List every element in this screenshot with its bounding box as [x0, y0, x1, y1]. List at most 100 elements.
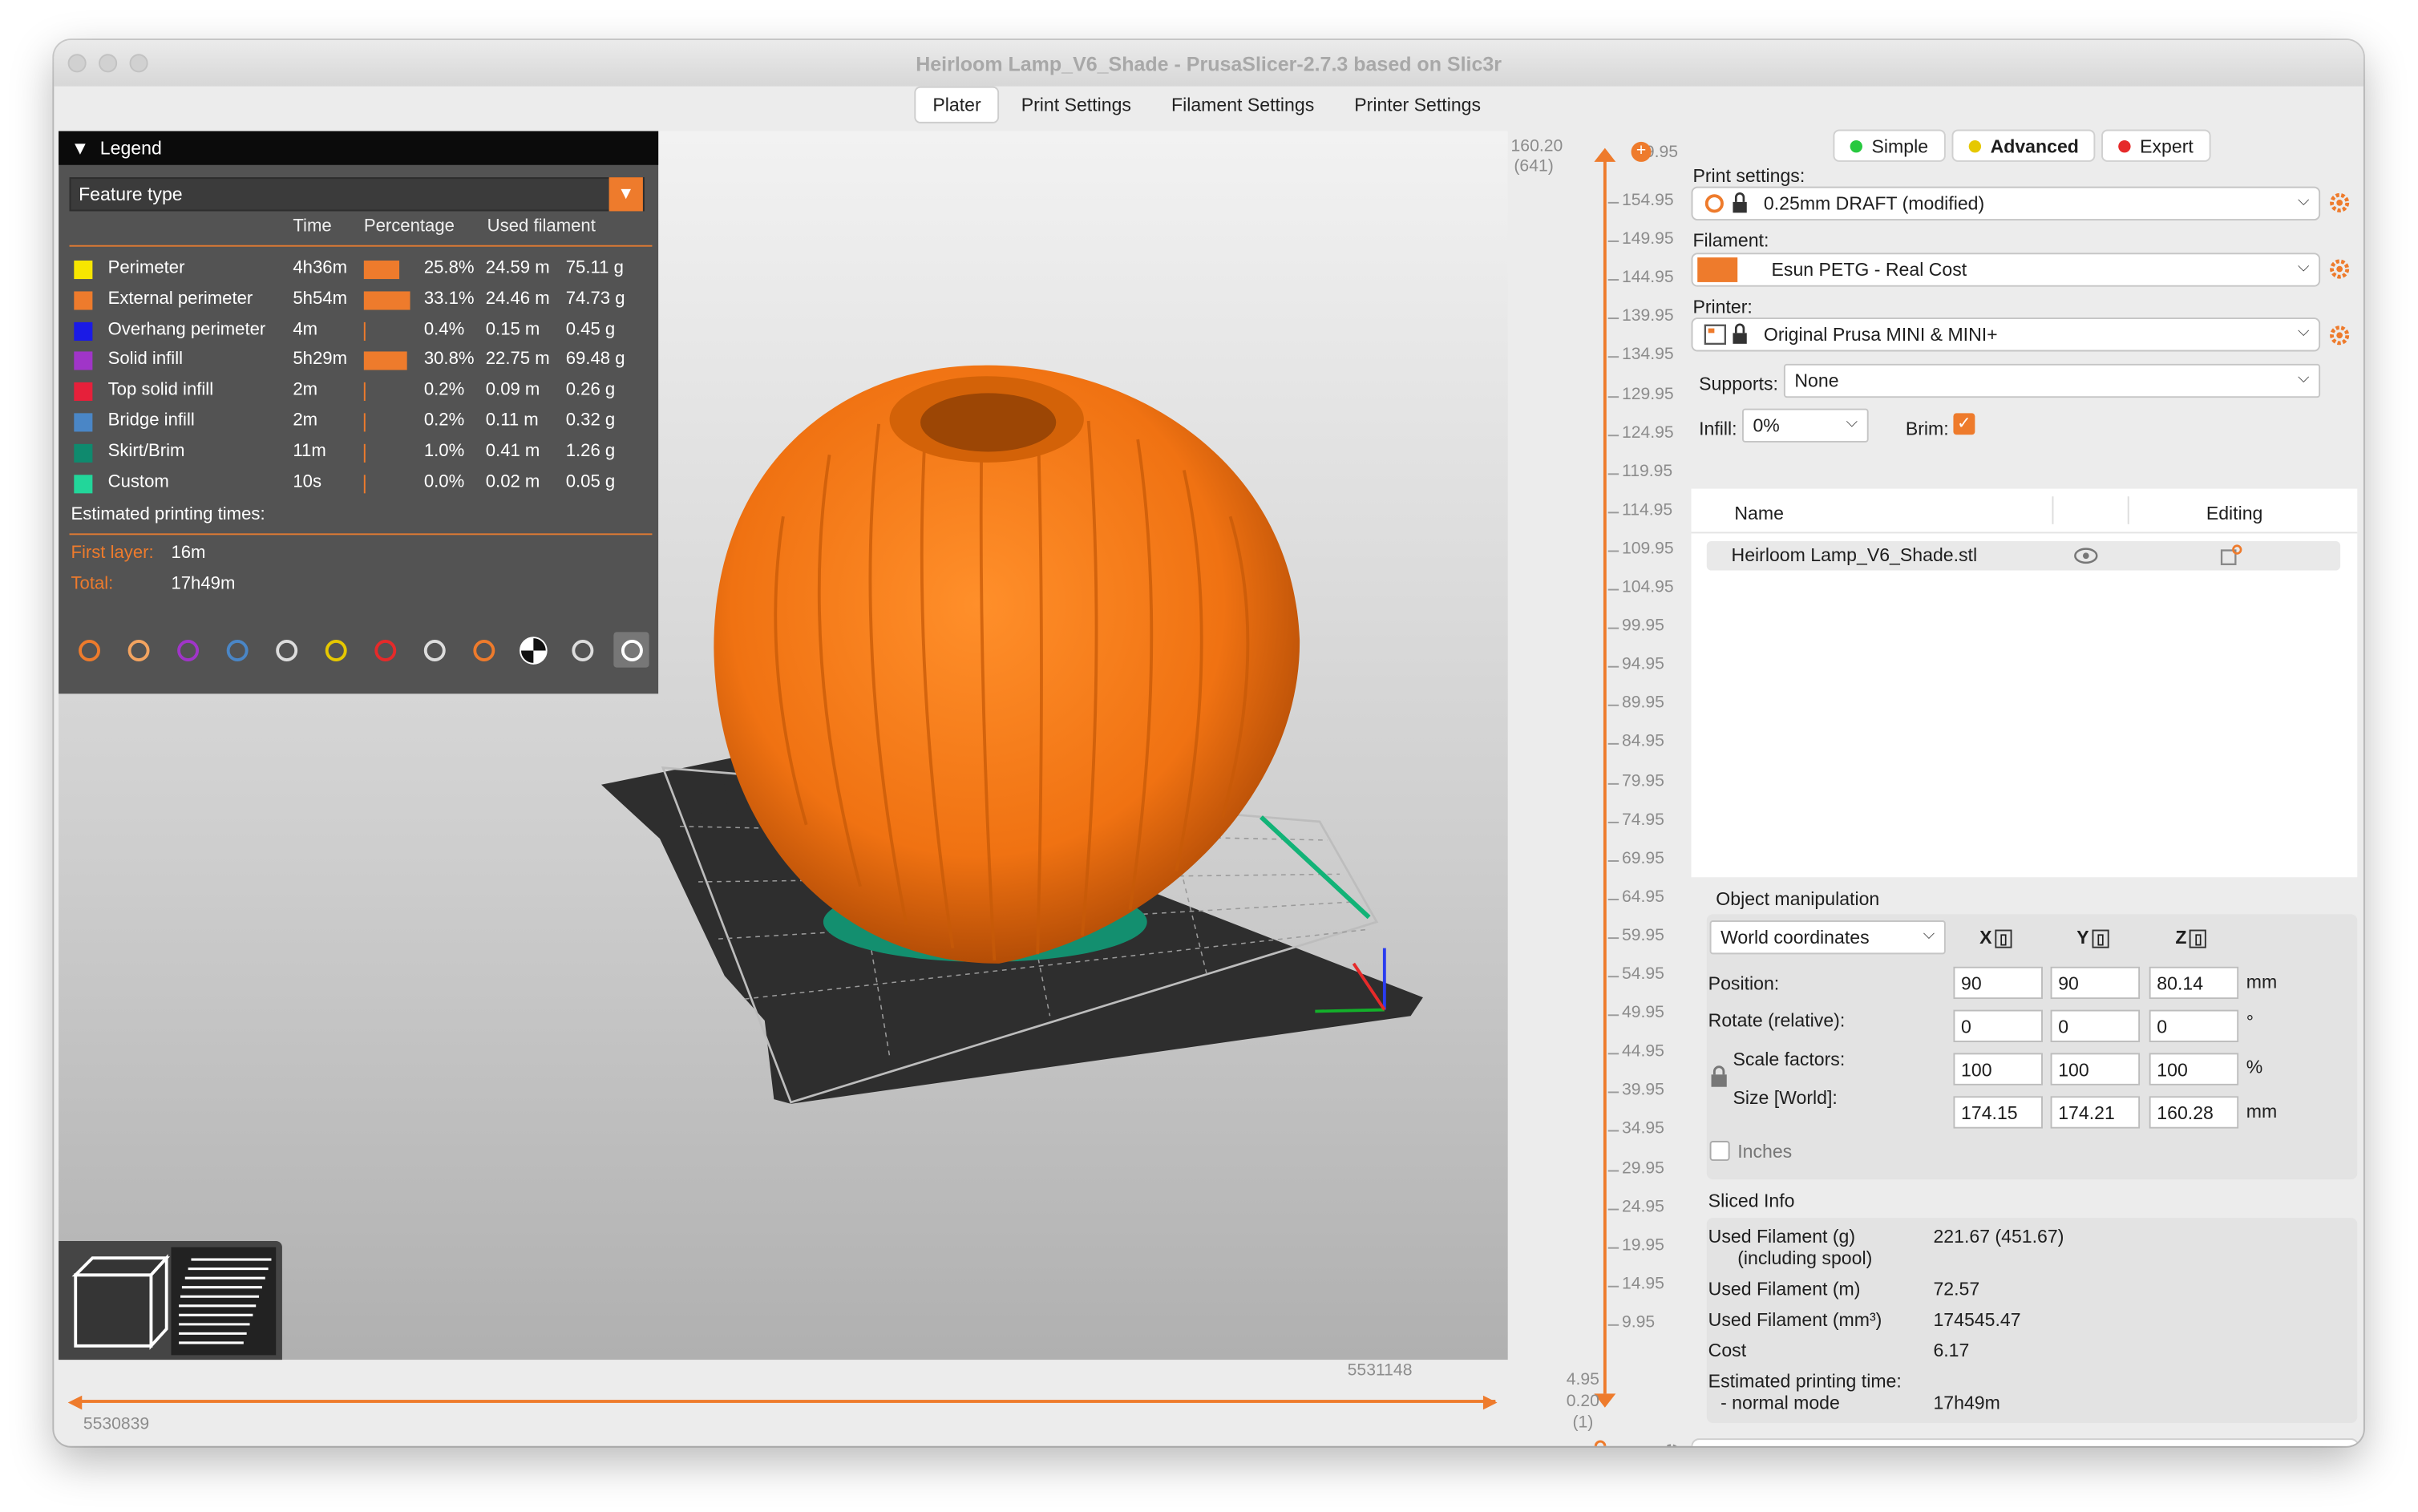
normal-mode-label: - normal mode [1720, 1392, 1840, 1414]
dropdown-arrow-icon[interactable]: ▼ [609, 177, 643, 212]
color-changes-icon[interactable] [367, 632, 402, 667]
preview-viewport[interactable]: ▼ Legend Feature type ▼ Time Percentage … [59, 131, 1508, 1360]
size-z-field[interactable]: 160.28 [2149, 1096, 2239, 1129]
eye-icon[interactable] [2073, 546, 2098, 566]
edit-settings-icon[interactable] [2218, 544, 2243, 568]
legend-header[interactable]: ▼ Legend [59, 131, 659, 165]
collapse-triangle-icon[interactable]: ▼ [71, 137, 89, 159]
printer-value: Original Prusa MINI & MINI+ [1763, 323, 1998, 346]
x-axis-header: X ▯ [1979, 927, 2012, 948]
legend-item-length: 0.11 m [485, 411, 539, 431]
hslider-right-thumb[interactable]: ▶ [1483, 1391, 1498, 1413]
legend-item-length: 24.46 m [485, 289, 550, 309]
legend-color-swatch [74, 382, 93, 402]
inches-label: Inches [1737, 1141, 1793, 1162]
filament-combo[interactable]: Esun PETG - Real Cost ⌵ [1691, 253, 2321, 287]
coordinates-combo[interactable]: World coordinates ⌵ [1709, 920, 1946, 955]
mode-expert-button[interactable]: Expert [2101, 129, 2210, 162]
position-x-field[interactable]: 90 [1953, 966, 2043, 1000]
rotate-z-field[interactable]: 0 [2149, 1009, 2239, 1042]
scale-x-field[interactable]: 100 [1953, 1053, 2043, 1085]
mode-advanced-button[interactable]: Advanced [1951, 129, 2097, 162]
travel-icon[interactable] [71, 632, 106, 667]
printer-gear-icon[interactable] [2328, 324, 2351, 347]
layer-tick-label: 19.95 [1621, 1235, 1664, 1255]
scale-z-field[interactable]: 100 [2149, 1053, 2239, 1085]
legend-row[interactable]: Skirt/Brim 11m 1.0% 0.41 m 1.26 g [74, 438, 653, 468]
layer-tick-mark [1607, 898, 1619, 900]
layer-tick-mark [1607, 1092, 1619, 1094]
vertical-layer-slider[interactable]: 160.20 (641) 9.95 + 154.95 149.95 144.95 13… [1511, 132, 1696, 1446]
supports-combo[interactable]: None ⌵ [1783, 363, 2321, 398]
add-color-change-icon[interactable]: + [1631, 141, 1652, 162]
legend-row[interactable]: Bridge infill 2m 0.2% 0.11 m 0.32 g [74, 407, 653, 438]
object-row[interactable]: Heirloom Lamp_V6_Shade.stl [1706, 540, 2341, 571]
wipe-icon[interactable] [120, 632, 156, 667]
drop-to-axis-icon[interactable]: ▯ [1995, 929, 2012, 948]
tool-changes-icon[interactable] [317, 632, 353, 667]
brim-checkbox[interactable]: ✓ [1953, 413, 1975, 435]
retractions-icon[interactable] [170, 632, 205, 667]
column-divider [2127, 496, 2129, 524]
tool-marker-icon[interactable] [613, 632, 649, 668]
mode-simple-label: Simple [1871, 135, 1929, 157]
layer-tick-label: 29.95 [1621, 1158, 1664, 1178]
legend-row[interactable]: Top solid infill 2m 0.2% 0.09 m 0.26 g [74, 377, 653, 407]
drop-to-axis-icon[interactable]: ▯ [2092, 929, 2109, 948]
export-gcode-button[interactable]: Export G-code [1691, 1438, 2359, 1446]
view-type-dropdown[interactable]: Feature type ▼ [69, 177, 645, 212]
pause-prints-icon[interactable] [416, 632, 451, 667]
legend-item-length: 0.09 m [485, 381, 540, 400]
vslider-track[interactable] [1603, 160, 1607, 1394]
rotate-x-field[interactable]: 0 [1953, 1009, 2043, 1042]
printer-combo[interactable]: Original Prusa MINI & MINI+ ⌵ [1691, 317, 2321, 352]
tab-plater[interactable]: Plater [914, 86, 1000, 123]
shells-icon[interactable] [564, 632, 600, 667]
drop-to-axis-icon[interactable]: ▯ [2190, 929, 2207, 948]
scale-y-field[interactable]: 100 [2050, 1053, 2141, 1085]
tab-filament-settings[interactable]: Filament Settings [1153, 87, 1332, 123]
layer-tick-label: 69.95 [1621, 848, 1664, 868]
horizontal-slider[interactable]: 5531148 ◀ ▶ 5530839 [59, 1361, 1500, 1446]
layer-tick-label: 89.95 [1621, 693, 1664, 713]
legend-row[interactable]: Perimeter 4h36m 25.8% 24.59 m 75.11 g [74, 254, 653, 285]
legend-item-weight: 75.11 g [565, 259, 624, 278]
legend-row[interactable]: External perimeter 5h54m 33.1% 24.46 m 74.73… [74, 285, 653, 315]
print-settings-combo[interactable]: 0.25mm DRAFT (modified) ⌵ [1691, 186, 2321, 220]
layer-tick-mark [1607, 1247, 1619, 1249]
legend-item-name: Bridge infill [107, 411, 195, 431]
chevron-down-icon: ⌵ [2298, 192, 2310, 210]
tab-print-settings[interactable]: Print Settings [1003, 87, 1150, 123]
infill-combo[interactable]: 0% ⌵ [1741, 408, 1869, 443]
layer-tick-mark [1607, 550, 1619, 552]
legend-row[interactable]: Overhang perimeter 4m 0.4% 0.15 m 0.45 g [74, 315, 653, 346]
top-layer-number: (641) [1514, 157, 1554, 176]
unlock-icon[interactable] [1590, 1440, 1611, 1446]
seams-icon[interactable] [269, 632, 304, 667]
lock-icon[interactable] [1710, 1065, 1729, 1089]
position-z-field[interactable]: 80.14 [2149, 966, 2239, 1000]
custom-gcodes-icon[interactable] [466, 632, 501, 667]
tab-printer-settings[interactable]: Printer Settings [1336, 87, 1499, 123]
rotate-y-field[interactable]: 0 [2050, 1009, 2141, 1042]
preview-view-button[interactable] [171, 1247, 277, 1356]
size-x-field[interactable]: 174.15 [1953, 1096, 2043, 1129]
center-of-gravity-icon[interactable] [515, 632, 550, 667]
layer-tick-label: 14.95 [1621, 1274, 1664, 1294]
3d-view-icon[interactable] [71, 1254, 171, 1350]
hslider-track[interactable] [74, 1400, 1496, 1403]
legend-percentage-bar [363, 291, 410, 310]
position-y-field[interactable]: 90 [2050, 966, 2141, 1000]
layer-tick-label: 114.95 [1621, 500, 1673, 519]
hslider-left-thumb[interactable]: ◀ [68, 1391, 83, 1413]
mode-simple-button[interactable]: Simple [1833, 129, 1946, 162]
inches-checkbox[interactable] [1709, 1141, 1730, 1162]
print-settings-gear-icon[interactable] [2328, 191, 2351, 214]
legend-row[interactable]: Custom 10s 0.0% 0.02 m 0.05 g [74, 468, 653, 499]
deretractions-icon[interactable] [219, 632, 254, 667]
slider-settings-gear-icon[interactable] [1660, 1443, 1682, 1446]
filament-gear-icon[interactable] [2328, 257, 2351, 281]
layer-tick-mark [1607, 434, 1619, 436]
size-y-field[interactable]: 174.21 [2050, 1096, 2141, 1129]
legend-row[interactable]: Solid infill 5h29m 30.8% 22.75 m 69.48 g [74, 346, 653, 377]
